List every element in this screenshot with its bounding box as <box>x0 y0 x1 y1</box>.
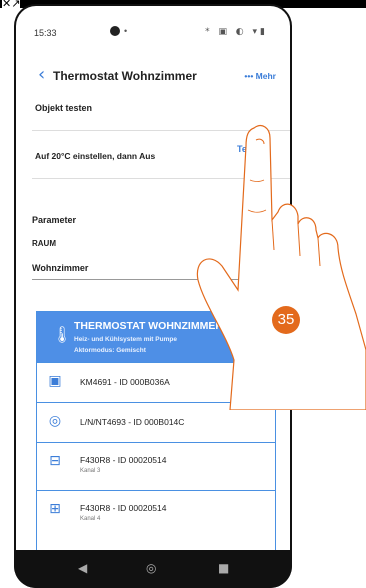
status-time: 15:33 <box>34 28 57 38</box>
test-heading: Objekt testen <box>35 103 93 113</box>
device-label: L/N/NT4693 - ID 000B014C <box>80 417 185 427</box>
camera-hole <box>110 26 120 36</box>
tapping-hand-illustration <box>196 125 366 410</box>
thermometer-icon: 🌡 <box>52 325 73 344</box>
status-bar: 15:33 • * ▣ ◐ ▾▮ <box>16 6 290 58</box>
device-row[interactable]: ⊞ F430R8 - ID 00020514 Kanal 4 <box>37 490 275 538</box>
room-value[interactable]: Wohnzimmer <box>32 263 88 273</box>
close-external-icon[interactable]: ✕↗ <box>2 0 21 9</box>
device-channel: Kanal 4 <box>80 516 101 522</box>
actuator-icon: ⊟ <box>49 453 61 469</box>
test-action-text: Auf 20°C einstellen, dann Aus <box>35 151 156 161</box>
step-marker: 35 <box>272 306 300 334</box>
card-subtitle-system: Heiz- und Kühlsystem mit Pumpe <box>74 336 177 343</box>
header-bar: ‹ Thermostat Wohnzimmer ••• Mehr <box>16 61 290 91</box>
home-nav-button[interactable]: ◎ <box>146 561 156 575</box>
device-label: F430R8 - ID 00020514 <box>80 455 167 465</box>
card-subtitle-mode: Aktormodus: Gemischt <box>74 347 146 354</box>
valve-icon: ⊞ <box>49 501 61 517</box>
chevron-left-icon[interactable]: ‹ <box>38 64 45 85</box>
page-title: Thermostat Wohnzimmer <box>53 69 197 83</box>
room-label: RAUM <box>32 239 56 248</box>
device-row[interactable]: ⊟ F430R8 - ID 00020514 Kanal 3 <box>37 442 275 490</box>
device-label: KM4691 - ID 000B036A <box>80 377 170 387</box>
device-channel: Kanal 3 <box>80 468 101 474</box>
notification-dot: • <box>124 26 128 36</box>
device-label: F430R8 - ID 00020514 <box>80 503 167 513</box>
keypad-icon: ▣ <box>48 373 62 389</box>
more-button[interactable]: ••• Mehr <box>244 71 276 81</box>
probe-icon: ◎ <box>48 413 62 429</box>
back-nav-button[interactable]: ◀ <box>78 561 87 575</box>
system-icons: * ▣ ◐ ▾▮ <box>205 27 268 37</box>
android-nav-bar: ◀ ◎ ■ <box>14 550 292 588</box>
params-heading: Parameter <box>32 215 77 225</box>
recents-nav-button[interactable]: ■ <box>218 561 229 575</box>
